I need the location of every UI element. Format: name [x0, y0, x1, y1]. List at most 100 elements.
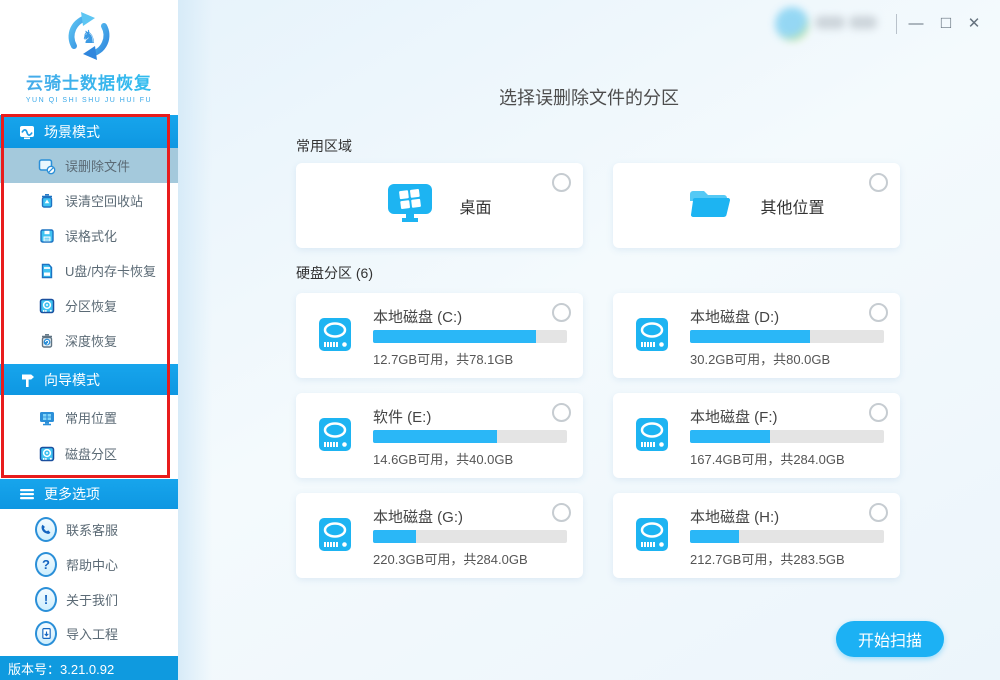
- disk-info: 12.7GB可用，共78.1GB: [373, 352, 514, 367]
- hard-disk-icon: [635, 316, 669, 359]
- svg-text:♞: ♞: [81, 27, 97, 47]
- quick-card-label: 桌面: [459, 199, 492, 217]
- sidebar-item-label: U盘/内存卡恢复: [65, 264, 157, 279]
- disk-info: 30.2GB可用，共80.0GB: [690, 352, 831, 367]
- exclamation-icon: !: [35, 587, 57, 612]
- common-area-label: 常用区域: [296, 138, 352, 154]
- radio-disk-c[interactable]: [552, 303, 571, 322]
- disk-usage-fill: [373, 330, 536, 343]
- blurred-app-badge: [775, 7, 809, 41]
- deep-recovery-icon: [38, 332, 56, 350]
- disk-usage-fill: [690, 430, 770, 443]
- sidebar-item-import-project[interactable]: 导入工程: [0, 616, 178, 651]
- quick-card-other-location[interactable]: 其他位置: [613, 163, 900, 248]
- titlebar-divider: [896, 14, 897, 34]
- circular-arrows-knight-logo-icon: ♞: [0, 10, 178, 67]
- blurred-text: [849, 16, 877, 29]
- sidebar-item-label: 误删除文件: [65, 159, 131, 174]
- logo-subtitle: YUN QI SHI SHU JU HUI FU: [25, 97, 153, 104]
- app-logo: ♞ 云骑士数据恢复 YUN QI SHI SHU JU HUI FU: [0, 0, 178, 113]
- disk-usage-bar: [690, 430, 884, 443]
- version-label: 版本号：3.21.0.92: [0, 656, 178, 680]
- disk-card-g[interactable]: 本地磁盘 (G:) 220.3GB可用，共284.0GB: [296, 493, 583, 578]
- disk-usage-bar: [373, 330, 567, 343]
- disk-card-h[interactable]: 本地磁盘 (H:) 212.7GB可用，共283.5GB: [613, 493, 900, 578]
- sidebar-item-common-locations[interactable]: 常用位置: [0, 400, 178, 435]
- radio-disk-f[interactable]: [869, 403, 888, 422]
- disk-usage-fill: [690, 330, 811, 343]
- scene-mode-icon: [18, 123, 36, 141]
- section-header-more-options: 更多选项: [0, 479, 178, 509]
- sidebar-item-label: 误清空回收站: [65, 194, 144, 209]
- deleted-file-icon: [38, 157, 56, 175]
- hard-disk-icon: [318, 416, 352, 459]
- logo-title: 云骑士数据恢复: [0, 69, 178, 94]
- sidebar-item-recycle-bin[interactable]: 误清空回收站: [0, 183, 178, 218]
- blurred-text: [815, 16, 845, 29]
- disk-name: 软件 (E:): [373, 409, 432, 426]
- sidebar-item-partition-recovery[interactable]: 分区恢复: [0, 288, 178, 323]
- hard-disk-icon: [318, 516, 352, 559]
- disk-card-f[interactable]: 本地磁盘 (F:) 167.4GB可用，共284.0GB: [613, 393, 900, 478]
- disk-card-e[interactable]: 软件 (E:) 14.6GB可用，共40.0GB: [296, 393, 583, 478]
- radio-desktop[interactable]: [552, 173, 571, 192]
- quick-card-label: 其他位置: [760, 199, 825, 217]
- radio-disk-d[interactable]: [869, 303, 888, 322]
- sidebar-item-label: 关于我们: [66, 593, 119, 608]
- disk-usage-bar: [690, 530, 884, 543]
- question-icon: ?: [35, 552, 57, 577]
- sidebar: ♞ 云骑士数据恢复 YUN QI SHI SHU JU HUI FU 场景模式 …: [0, 0, 178, 680]
- close-button[interactable]: ✕: [961, 10, 987, 36]
- partitions-label: 硬盘分区 (6): [296, 265, 373, 281]
- sidebar-item-label: 分区恢复: [65, 299, 118, 314]
- start-scan-button[interactable]: 开始扫描: [836, 621, 944, 657]
- hamburger-icon: [18, 485, 36, 503]
- maximize-button[interactable]: □: [933, 10, 959, 36]
- hard-disk-icon: [318, 316, 352, 359]
- page-title: 选择误删除文件的分区: [499, 88, 679, 108]
- disk-info: 220.3GB可用，共284.0GB: [373, 552, 528, 567]
- disk-icon: [38, 445, 56, 463]
- radio-disk-g[interactable]: [552, 503, 571, 522]
- radio-disk-e[interactable]: [552, 403, 571, 422]
- disk-name: 本地磁盘 (G:): [373, 509, 463, 526]
- sidebar-item-deleted-files[interactable]: 误删除文件: [0, 148, 178, 183]
- disk-name: 本地磁盘 (C:): [373, 309, 463, 326]
- disk-info: 212.7GB可用，共283.5GB: [690, 552, 845, 567]
- sidebar-item-contact-support[interactable]: 联系客服: [0, 512, 178, 547]
- sidebar-item-formatted[interactable]: 误格式化: [0, 218, 178, 253]
- sidebar-item-about-us[interactable]: ! 关于我们: [0, 582, 178, 617]
- section-header-wizard-mode: 向导模式: [0, 364, 178, 395]
- quick-card-desktop[interactable]: 桌面: [296, 163, 583, 248]
- disk-name: 本地磁盘 (F:): [690, 409, 778, 426]
- disk-card-c[interactable]: 本地磁盘 (C:) 12.7GB可用，共78.1GB: [296, 293, 583, 378]
- memory-card-icon: [38, 262, 56, 280]
- section-header-label: 更多选项: [44, 486, 100, 502]
- sidebar-item-label: 常用位置: [65, 411, 118, 426]
- floppy-icon: [38, 227, 56, 245]
- sidebar-item-label: 帮助中心: [66, 558, 119, 573]
- radio-other-location[interactable]: [869, 173, 888, 192]
- sidebar-item-help-center[interactable]: ? 帮助中心: [0, 547, 178, 582]
- phone-icon: [35, 517, 57, 542]
- recycle-bin-icon: [38, 192, 56, 210]
- hard-disk-icon: [635, 516, 669, 559]
- sidebar-item-disk-partitions[interactable]: 磁盘分区: [0, 436, 178, 471]
- minimize-button[interactable]: —: [903, 10, 929, 36]
- disk-card-d[interactable]: 本地磁盘 (D:) 30.2GB可用，共80.0GB: [613, 293, 900, 378]
- disk-usage-fill: [690, 530, 739, 543]
- sidebar-item-usb-memory-card[interactable]: U盘/内存卡恢复: [0, 253, 178, 288]
- disk-usage-bar: [373, 430, 567, 443]
- disk-usage-fill: [373, 430, 498, 443]
- sidebar-item-deep-recovery[interactable]: 深度恢复: [0, 323, 178, 358]
- section-header-label: 场景模式: [44, 123, 100, 140]
- disk-name: 本地磁盘 (H:): [690, 509, 780, 526]
- disk-usage-bar: [373, 530, 567, 543]
- sidebar-item-label: 磁盘分区: [65, 447, 118, 462]
- sidebar-item-label: 误格式化: [65, 229, 118, 244]
- hard-disk-icon: [635, 416, 669, 459]
- radio-disk-h[interactable]: [869, 503, 888, 522]
- sidebar-item-label: 联系客服: [66, 523, 119, 538]
- signpost-icon: [18, 371, 36, 389]
- desktop-icon: [387, 183, 433, 228]
